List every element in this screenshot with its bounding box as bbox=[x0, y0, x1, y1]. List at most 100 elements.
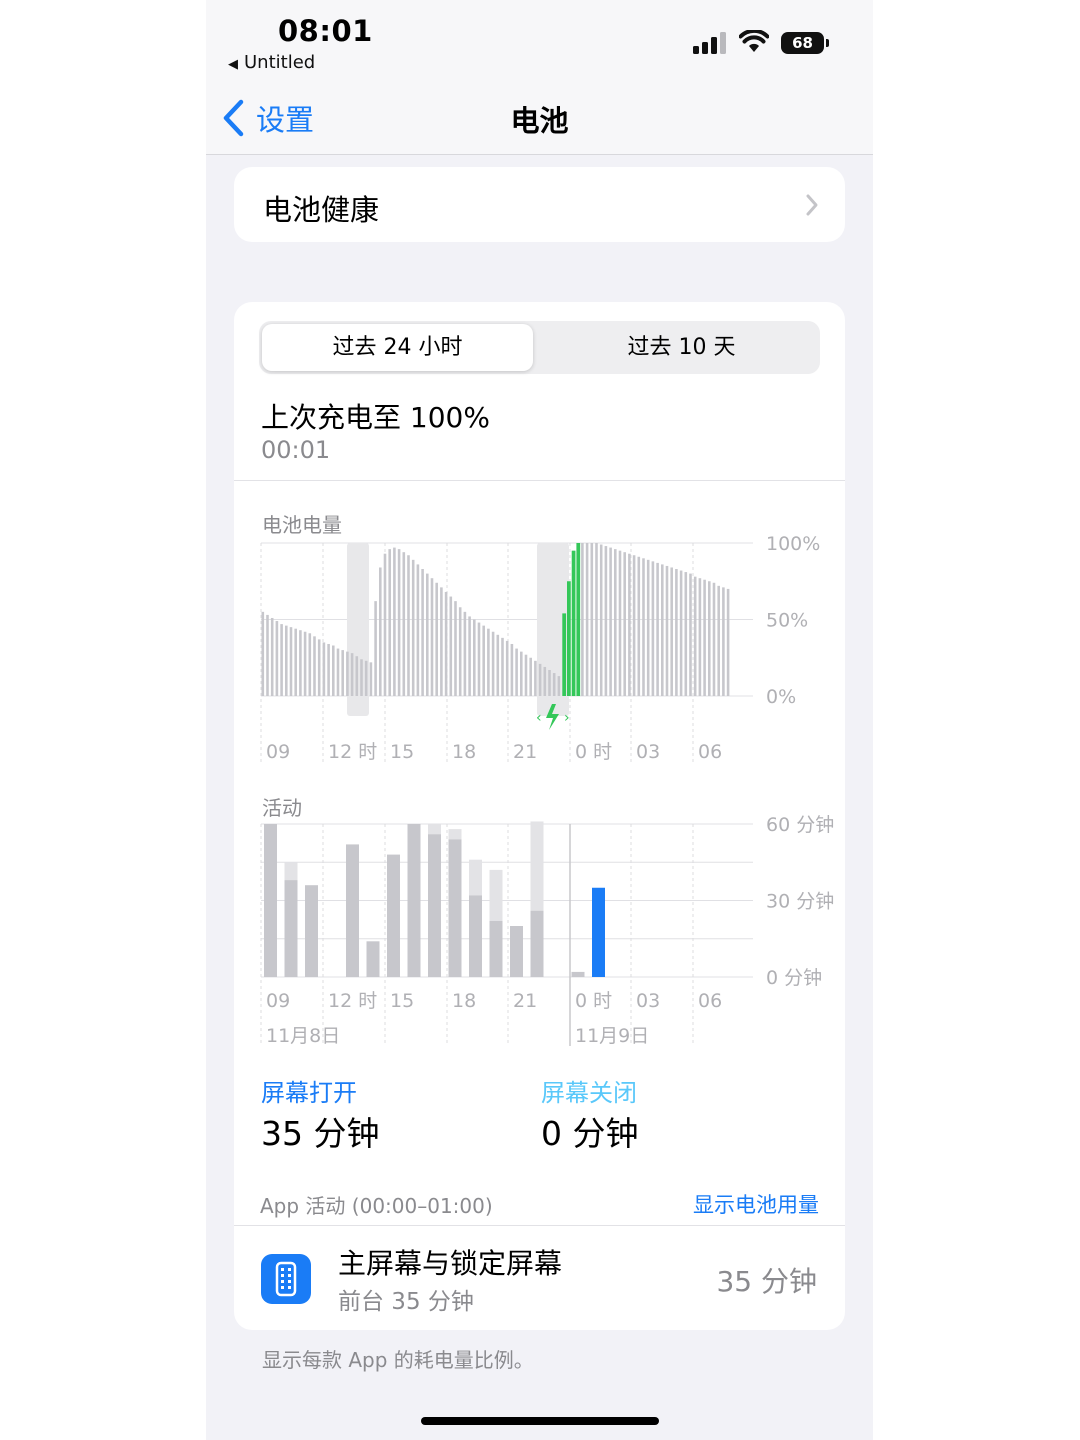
activity-y-tick-label: 30 分钟 bbox=[766, 891, 834, 913]
app-name: 主屏幕与锁定屏幕 bbox=[338, 1247, 563, 1280]
date-label: 11月9日 bbox=[575, 1025, 649, 1047]
battery-bar-charging bbox=[576, 543, 581, 696]
back-to-app-link[interactable]: ◀ Untitled bbox=[228, 52, 315, 73]
battery-bar bbox=[341, 650, 344, 696]
battery-bar bbox=[548, 669, 551, 696]
battery-bar bbox=[557, 676, 561, 696]
status-time: 08:01 bbox=[278, 14, 373, 48]
battery-bar bbox=[379, 567, 382, 696]
activity-x-tick-label: 06 bbox=[698, 990, 722, 1012]
battery-bar bbox=[642, 558, 645, 696]
battery-bar bbox=[726, 588, 730, 696]
activity-bar-screen-on bbox=[284, 880, 298, 977]
battery-bar bbox=[388, 549, 391, 696]
wifi-icon bbox=[739, 30, 769, 52]
battery-bar bbox=[698, 578, 702, 696]
battery-bar bbox=[538, 663, 542, 696]
segment-last-10-days[interactable]: 过去 10 天 bbox=[546, 324, 817, 371]
battery-bar bbox=[534, 660, 537, 696]
battery-bar bbox=[416, 564, 420, 696]
battery-bar bbox=[708, 581, 711, 696]
cellular-signal-icon bbox=[693, 32, 726, 54]
activity-y-tick-label: 0 分钟 bbox=[766, 967, 822, 989]
back-triangle-icon: ◀ bbox=[228, 57, 238, 72]
last-charged-time: 00:01 bbox=[261, 436, 331, 464]
app-usage-time: 35 分钟 bbox=[716, 1265, 817, 1298]
battery-y-tick-label: 50% bbox=[766, 610, 808, 632]
battery-usage-card: 过去 24 小时 过去 10 天 上次充电至 100% 00:01 电池电量 1… bbox=[234, 302, 845, 1330]
battery-bar bbox=[665, 565, 669, 696]
battery-health-row[interactable]: 电池健康 bbox=[234, 167, 845, 242]
show-battery-usage-button[interactable]: 显示电池用量 bbox=[693, 1189, 819, 1219]
battery-bar bbox=[317, 639, 321, 696]
battery-bar bbox=[515, 648, 518, 696]
battery-bar bbox=[407, 555, 410, 696]
battery-bar bbox=[632, 555, 636, 696]
battery-bar bbox=[454, 601, 457, 696]
battery-bar bbox=[280, 624, 283, 696]
battery-bar bbox=[299, 630, 302, 696]
segment-last-24-hours[interactable]: 过去 24 小时 bbox=[262, 324, 533, 371]
activity-x-tick-label: 12 时 bbox=[328, 990, 377, 1012]
app-activity-header: App 活动 (00:00–01:00) bbox=[260, 1194, 493, 1218]
battery-x-tick-label: 0 时 bbox=[575, 741, 612, 763]
activity-bar-screen-off bbox=[284, 862, 298, 881]
battery-bar bbox=[364, 660, 368, 696]
chevron-right-icon bbox=[806, 194, 818, 216]
battery-bar bbox=[426, 573, 429, 696]
battery-x-tick-label: 09 bbox=[266, 741, 290, 763]
battery-bar bbox=[684, 572, 688, 696]
battery-bar bbox=[477, 622, 481, 696]
battery-bar-charging bbox=[562, 613, 567, 696]
activity-bar-screen-on bbox=[530, 910, 544, 977]
activity-bar-screen-on bbox=[510, 926, 523, 977]
activity-bar-screen-on bbox=[305, 885, 318, 977]
activity-bar-screen-on bbox=[346, 844, 359, 977]
battery-bar-charging bbox=[571, 550, 576, 696]
battery-bar bbox=[402, 552, 406, 696]
battery-bar bbox=[266, 614, 269, 696]
battery-bar bbox=[463, 611, 467, 696]
battery-bar bbox=[369, 662, 373, 696]
battery-bar-charging bbox=[567, 581, 571, 696]
battery-bar bbox=[473, 619, 476, 696]
activity-bar-screen-on bbox=[448, 839, 462, 977]
home-indicator bbox=[421, 1417, 659, 1425]
activity-bar-screen-off bbox=[448, 829, 462, 840]
battery-x-tick-label: 15 bbox=[390, 741, 414, 763]
battery-bar bbox=[637, 556, 641, 696]
activity-bar-screen-off bbox=[428, 824, 441, 835]
battery-bar bbox=[383, 553, 387, 696]
battery-y-tick-label: 100% bbox=[766, 533, 820, 555]
screen-on-value: 35 分钟 bbox=[261, 1114, 380, 1153]
battery-bar bbox=[524, 654, 528, 696]
battery-bar bbox=[487, 628, 490, 696]
activity-bar-screen-off bbox=[489, 869, 503, 921]
activity-bar-screen-on bbox=[428, 834, 441, 977]
battery-bar bbox=[703, 579, 706, 696]
activity-bar-screen-on bbox=[387, 854, 400, 977]
battery-bar bbox=[717, 585, 720, 696]
activity-bar-screen-on bbox=[571, 971, 585, 977]
page-title: 电池 bbox=[510, 104, 569, 138]
app-row-home-lock-screen[interactable]: 主屏幕与锁定屏幕 前台 35 分钟 35 分钟 bbox=[234, 1226, 845, 1330]
phone-screen: 08:01 ◀ Untitled 68 设置 电池 电池健康 过去 24 小时 … bbox=[206, 0, 873, 1440]
battery-bar bbox=[722, 587, 725, 696]
battery-bar bbox=[393, 547, 396, 696]
activity-bar-screen-on bbox=[264, 824, 277, 977]
battery-x-tick-label: 18 bbox=[452, 741, 476, 763]
battery-bar bbox=[322, 642, 326, 696]
battery-bar bbox=[435, 582, 438, 696]
battery-bar bbox=[270, 617, 274, 696]
activity-x-tick-label: 21 bbox=[513, 990, 537, 1012]
activity-x-tick-label: 09 bbox=[266, 990, 290, 1012]
app-foreground-time: 前台 35 分钟 bbox=[338, 1289, 474, 1315]
date-label: 11月8日 bbox=[266, 1025, 340, 1047]
battery-bar bbox=[689, 573, 692, 696]
battery-bar bbox=[482, 625, 485, 696]
battery-bar bbox=[261, 611, 265, 696]
battery-bar bbox=[581, 543, 584, 696]
activity-y-tick-label: 60 分钟 bbox=[766, 814, 834, 836]
battery-x-tick-label: 06 bbox=[698, 741, 722, 763]
battery-bar bbox=[646, 559, 650, 696]
